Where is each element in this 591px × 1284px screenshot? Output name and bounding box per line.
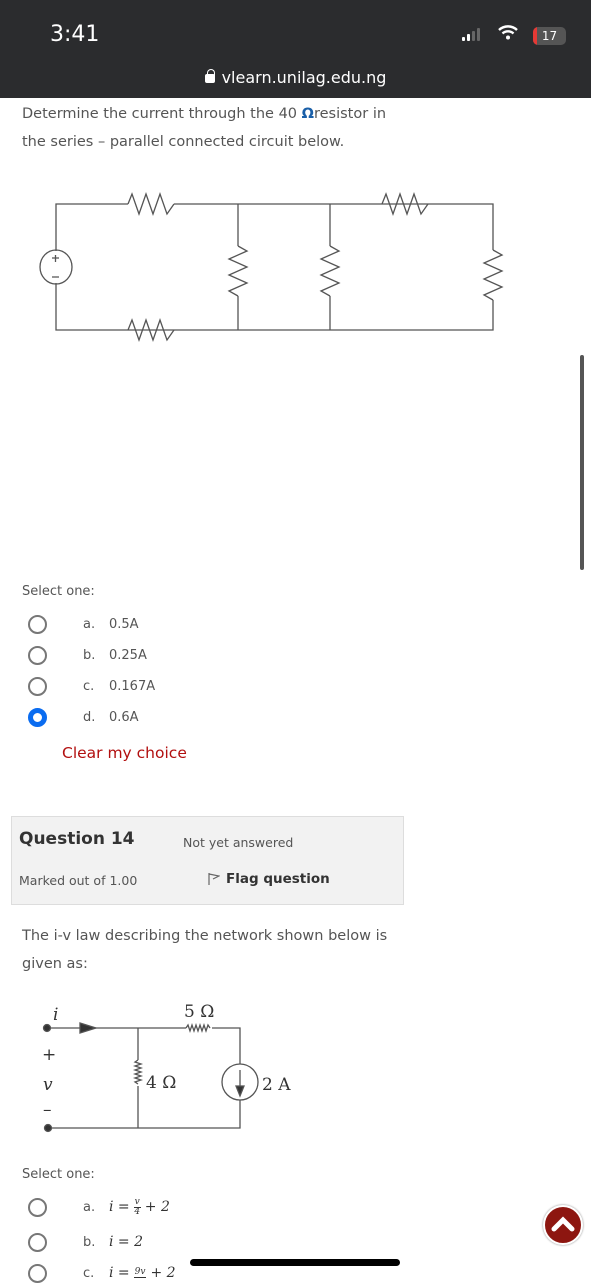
radio-button[interactable]: [28, 614, 47, 634]
clock: 3:41: [50, 22, 100, 47]
question-13-text: Determine the current through the 40 Ωre…: [22, 100, 386, 156]
series-parallel-circuit-diagram: [39, 192, 504, 342]
resistor: [127, 192, 175, 216]
flag-question-label: Flag question: [226, 871, 330, 887]
option-b[interactable]: b. 0.25A: [28, 644, 147, 666]
resistor: [319, 245, 341, 297]
option-value: 0.167A: [109, 678, 156, 694]
option-b[interactable]: b. i = 2: [28, 1231, 143, 1253]
clear-my-choice-link[interactable]: Clear my choice: [62, 744, 187, 762]
home-indicator[interactable]: [190, 1259, 400, 1266]
voltage-label: v: [43, 1075, 53, 1095]
chevron-up-icon: [551, 1216, 575, 1232]
resistor: [227, 245, 249, 297]
question-state: Not yet answered: [183, 835, 294, 850]
equation: i = 9v + 2: [109, 1265, 176, 1281]
resistor-5-ohm: [185, 1022, 211, 1034]
option-letter: c.: [83, 678, 95, 694]
equation-rhs: + 2: [144, 1199, 170, 1215]
question-text: Determine the current through the 40: [22, 106, 302, 122]
question-text: the series – parallel connected circuit …: [22, 134, 345, 150]
option-letter: c.: [83, 1265, 95, 1281]
option-a[interactable]: a. i = v 4 + 2: [28, 1196, 170, 1218]
r1-label: 5 Ω: [184, 1002, 214, 1022]
lock-icon: [204, 69, 215, 83]
select-one-label: Select one:: [22, 1167, 95, 1182]
radio-button[interactable]: [28, 676, 47, 696]
terminal: [43, 1123, 53, 1133]
i-v-network-diagram: i 5 Ω 4 Ω 2 A + v –: [42, 1002, 291, 1133]
circuit-wire: [237, 204, 331, 330]
equation-lhs: i =: [109, 1199, 130, 1215]
battery-icon: 17: [533, 27, 566, 45]
flag-icon: [208, 873, 220, 885]
resistor-4-ohm: [132, 1059, 144, 1085]
address-bar[interactable]: vlearn.unilag.edu.ng: [0, 68, 591, 87]
question-14-text: The i-v law describing the network shown…: [22, 922, 387, 978]
option-value: 0.5A: [109, 616, 139, 632]
wifi-icon: [498, 24, 518, 44]
flag-question-button[interactable]: Flag question: [208, 871, 330, 887]
radio-button[interactable]: [28, 645, 47, 665]
r2-label: 4 Ω: [146, 1073, 176, 1093]
option-value: 0.6A: [109, 709, 139, 725]
omega-symbol: Ω: [301, 106, 314, 122]
marked-out-of: Marked out of 1.00: [19, 873, 138, 888]
source-label: 2 A: [262, 1075, 291, 1095]
scrollbar[interactable]: [580, 355, 584, 570]
radio-button[interactable]: [28, 1232, 47, 1252]
equation-rhs: + 2: [150, 1265, 176, 1281]
equation-lhs: i =: [109, 1265, 130, 1281]
question-text: given as:: [22, 956, 88, 972]
circuit-wire: [55, 203, 494, 331]
resistor: [482, 249, 504, 301]
circuit-wire: [47, 1027, 241, 1129]
source-arrowhead: [235, 1085, 245, 1098]
question-text: The i-v law describing the network shown…: [22, 928, 388, 944]
option-value: 0.25A: [109, 647, 147, 663]
option-d[interactable]: d. 0.6A: [28, 706, 139, 728]
polarity-marks: [52, 255, 59, 278]
option-a[interactable]: a. 0.5A: [28, 613, 139, 635]
minus-label: –: [43, 1100, 52, 1120]
scroll-to-top-button[interactable]: [543, 1205, 583, 1245]
terminal: [42, 1023, 52, 1033]
numerator: 9v: [133, 1267, 147, 1278]
signal-icon: [462, 28, 480, 41]
option-letter: a.: [83, 616, 96, 632]
equation: i = 2: [109, 1234, 144, 1250]
browser-status-bar: 3:41 17 vlearn.unilag.edu.ng: [0, 0, 591, 98]
current-label: i: [53, 1005, 58, 1025]
question-text: resistor in: [313, 106, 387, 122]
numerator: v: [133, 1196, 141, 1208]
option-c[interactable]: c. 0.167A: [28, 675, 155, 697]
question-14-info-box: Question 14 Not yet answered Marked out …: [11, 816, 404, 905]
option-letter: d.: [83, 709, 96, 725]
question-number: Question 14: [19, 829, 135, 849]
plus-label: +: [42, 1045, 56, 1065]
equation: i = v 4 + 2: [109, 1196, 170, 1217]
option-c[interactable]: c. i = 9v + 2: [28, 1262, 176, 1284]
radio-button-selected[interactable]: [28, 707, 47, 727]
option-letter: a.: [83, 1199, 96, 1215]
current-arrow: [79, 1022, 99, 1034]
denominator: 4: [134, 1206, 141, 1217]
url-text: vlearn.unilag.edu.ng: [221, 68, 387, 87]
option-letter: b.: [83, 1234, 96, 1250]
radio-button[interactable]: [28, 1197, 47, 1217]
option-letter: b.: [83, 647, 96, 663]
select-one-label: Select one:: [22, 584, 95, 599]
